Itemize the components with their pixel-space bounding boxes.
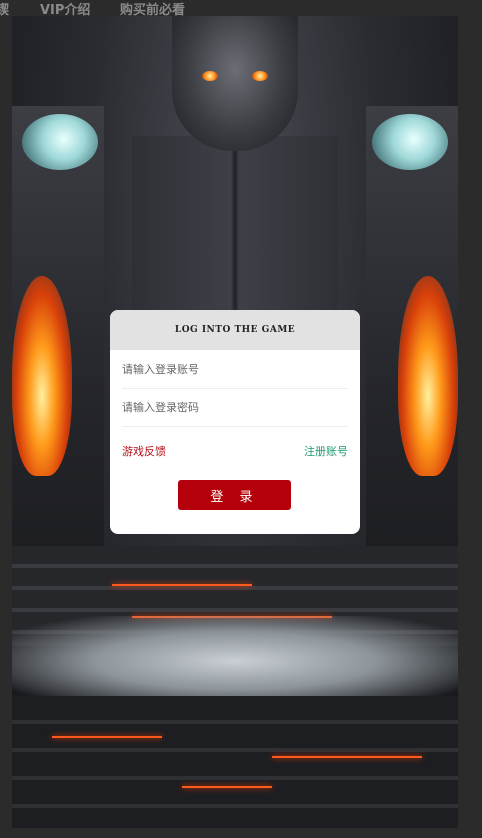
dragon-eye-right: [252, 71, 268, 81]
left-dragon-pillar: [12, 106, 104, 586]
lava-crack: [52, 736, 162, 738]
left-fire-image: [12, 276, 72, 476]
dragon-eye-left: [202, 71, 218, 81]
lava-crack: [182, 786, 272, 788]
login-button[interactable]: 登 录: [178, 480, 291, 510]
mist-image: [12, 616, 458, 706]
feedback-link[interactable]: 游戏反馈: [122, 443, 166, 459]
password-input[interactable]: [122, 389, 348, 426]
right-fire-image: [398, 276, 458, 476]
login-panel: LOG INTO THE GAME 游戏反馈 注册账号 登 录: [110, 310, 360, 534]
nav-item-1[interactable]: 锲: [0, 0, 9, 22]
account-input[interactable]: [122, 351, 348, 388]
register-link[interactable]: 注册账号: [304, 443, 348, 459]
left-orb-image: [22, 114, 98, 170]
account-field: [122, 351, 348, 389]
dragon-head-image: [172, 16, 298, 151]
lava-crack: [112, 584, 252, 586]
lower-stairs-image: [12, 696, 458, 828]
password-field: [122, 389, 348, 427]
right-dragon-pillar: [366, 106, 458, 586]
login-title: LOG INTO THE GAME: [110, 310, 360, 350]
right-orb-image: [372, 114, 448, 170]
lava-crack: [272, 756, 422, 758]
